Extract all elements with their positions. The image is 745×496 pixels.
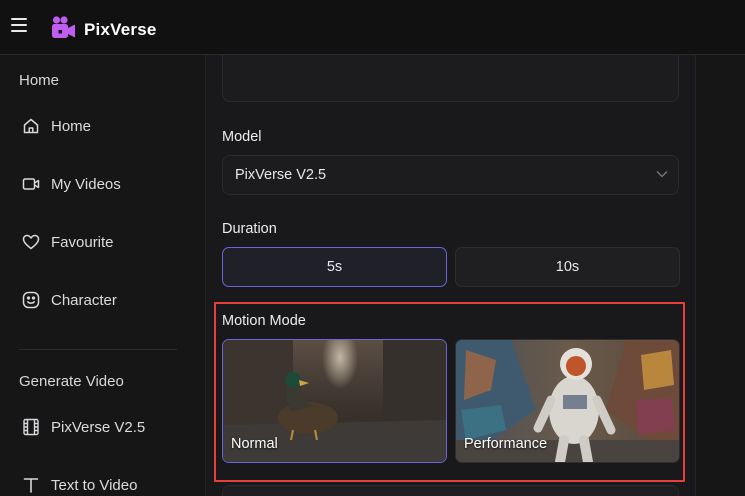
sidebar-item-character[interactable]: Character xyxy=(22,285,117,315)
prompt-input[interactable] xyxy=(222,55,679,102)
motion-mode-performance-card[interactable]: Performance xyxy=(455,339,680,463)
sidebar-item-label: Favourite xyxy=(51,233,114,251)
sidebar-section-generate-video: Generate Video xyxy=(19,373,124,390)
sidebar-item-label: My Videos xyxy=(51,175,121,193)
home-icon xyxy=(23,118,39,134)
heart-icon xyxy=(22,234,40,250)
model-select-value: PixVerse V2.5 xyxy=(235,167,327,183)
model-label: Model xyxy=(222,129,262,145)
duration-option-5s[interactable]: 5s xyxy=(222,247,447,287)
sidebar-item-text-to-video[interactable]: Text to Video xyxy=(22,470,137,496)
motion-mode-performance-label: Performance xyxy=(464,436,548,452)
smiley-face-icon xyxy=(22,291,40,309)
video-camera-icon xyxy=(22,178,40,190)
sidebar-section-home: Home xyxy=(19,72,60,89)
sidebar: Home Home My Videos Favourite Character … xyxy=(0,55,206,496)
sidebar-item-pixverse-v2-5[interactable]: PixVerse V2.5 xyxy=(22,412,145,442)
sidebar-item-label: Home xyxy=(51,117,92,135)
motion-mode-normal-label: Normal xyxy=(231,436,278,452)
brand-name[interactable]: PixVerse xyxy=(84,20,157,40)
sidebar-item-label: Character xyxy=(51,291,117,309)
motion-mode-normal-card[interactable]: Normal xyxy=(222,339,447,463)
film-strip-icon xyxy=(23,418,39,436)
model-select[interactable]: PixVerse V2.5 xyxy=(222,155,679,195)
text-icon xyxy=(23,478,39,493)
next-field-box[interactable] xyxy=(222,485,679,496)
sidebar-item-favourite[interactable]: Favourite xyxy=(22,227,114,257)
motion-mode-label: Motion Mode xyxy=(222,313,306,329)
chevron-down-icon xyxy=(656,171,668,178)
duration-option-10s[interactable]: 10s xyxy=(455,247,680,287)
duration-label: Duration xyxy=(222,221,277,237)
sidebar-item-label: Text to Video xyxy=(51,476,138,494)
sidebar-item-home[interactable]: Home xyxy=(22,111,91,141)
top-bar: PixVerse xyxy=(0,0,745,55)
sidebar-divider xyxy=(19,349,177,350)
sidebar-item-label: PixVerse V2.5 xyxy=(51,418,146,436)
sidebar-item-my-videos[interactable]: My Videos xyxy=(22,169,121,199)
hamburger-menu-icon[interactable] xyxy=(11,18,27,32)
settings-panel: Model PixVerse V2.5 Duration 5s 10s Moti… xyxy=(206,55,696,496)
film-camera-logo-icon[interactable] xyxy=(51,15,76,40)
